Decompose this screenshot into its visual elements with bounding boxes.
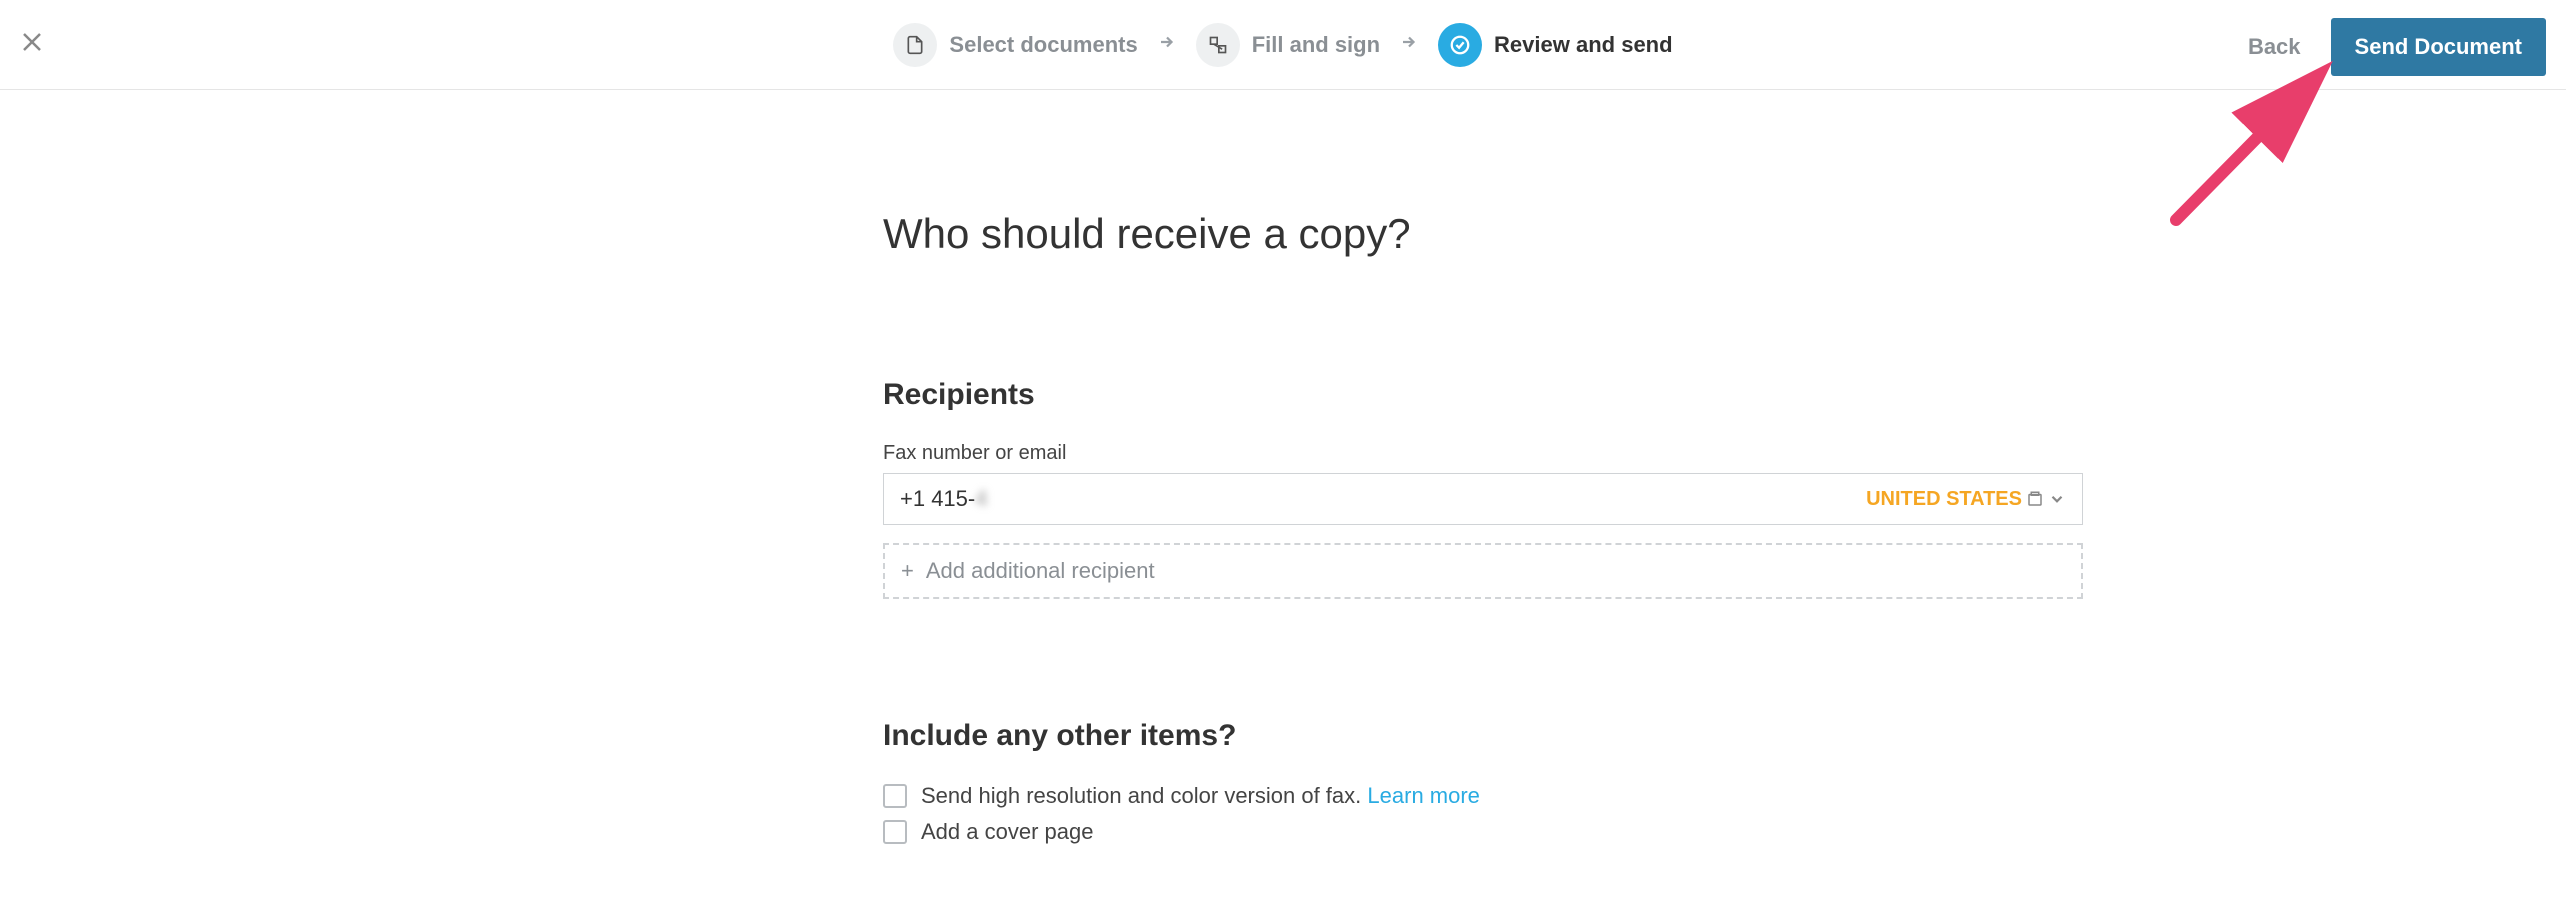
- cover-page-checkbox[interactable]: [883, 820, 907, 844]
- sign-icon: [1196, 23, 1240, 67]
- document-icon: [893, 23, 937, 67]
- high-res-checkbox[interactable]: [883, 784, 907, 808]
- close-button[interactable]: [20, 30, 50, 60]
- wizard-steps: Select documents Fill and sign Review an…: [893, 23, 1672, 67]
- step-review-and-send[interactable]: Review and send: [1438, 23, 1673, 67]
- high-res-label: Send high resolution and color version o…: [921, 783, 1480, 809]
- country-selector[interactable]: UNITED STATES: [1866, 488, 2066, 511]
- high-res-option: Send high resolution and color version o…: [883, 783, 2083, 809]
- check-circle-icon: [1438, 23, 1482, 67]
- annotation-arrow: [2156, 60, 2346, 230]
- arrow-right-icon: [1400, 33, 1418, 57]
- fax-machine-icon: [2026, 490, 2044, 508]
- add-recipient-button[interactable]: + Add additional recipient: [883, 543, 2083, 599]
- other-items-heading: Include any other items?: [883, 719, 2083, 753]
- fax-field-label: Fax number or email: [883, 442, 2083, 465]
- close-icon: [20, 30, 44, 54]
- chevron-down-icon: [2048, 490, 2066, 508]
- fax-value-visible: +1 415-: [900, 486, 975, 511]
- add-recipient-label: Add additional recipient: [926, 558, 1155, 584]
- cover-page-option: Add a cover page: [883, 819, 2083, 845]
- step-label: Select documents: [949, 32, 1137, 58]
- recipients-heading: Recipients: [883, 378, 2083, 412]
- step-label: Fill and sign: [1252, 32, 1380, 58]
- country-label: UNITED STATES: [1866, 488, 2022, 511]
- fax-value-redacted: 4: [975, 486, 987, 511]
- step-fill-and-sign[interactable]: Fill and sign: [1196, 23, 1380, 67]
- cover-page-label: Add a cover page: [921, 819, 1093, 845]
- plus-icon: +: [901, 558, 914, 584]
- fax-input-row: +1 415-4 UNITED STATES: [883, 473, 2083, 525]
- fax-input[interactable]: +1 415-4: [900, 486, 1866, 512]
- step-select-documents[interactable]: Select documents: [893, 23, 1137, 67]
- send-document-button[interactable]: Send Document: [2331, 18, 2546, 76]
- page-title: Who should receive a copy?: [883, 210, 2083, 258]
- main-content: Who should receive a copy? Recipients Fa…: [483, 90, 2083, 915]
- learn-more-link[interactable]: Learn more: [1367, 783, 1480, 808]
- back-button[interactable]: Back: [2248, 34, 2301, 60]
- arrow-right-icon: [1158, 33, 1176, 57]
- step-label: Review and send: [1494, 32, 1673, 58]
- wizard-header: Select documents Fill and sign Review an…: [0, 0, 2566, 90]
- header-actions: Back Send Document: [2248, 18, 2546, 76]
